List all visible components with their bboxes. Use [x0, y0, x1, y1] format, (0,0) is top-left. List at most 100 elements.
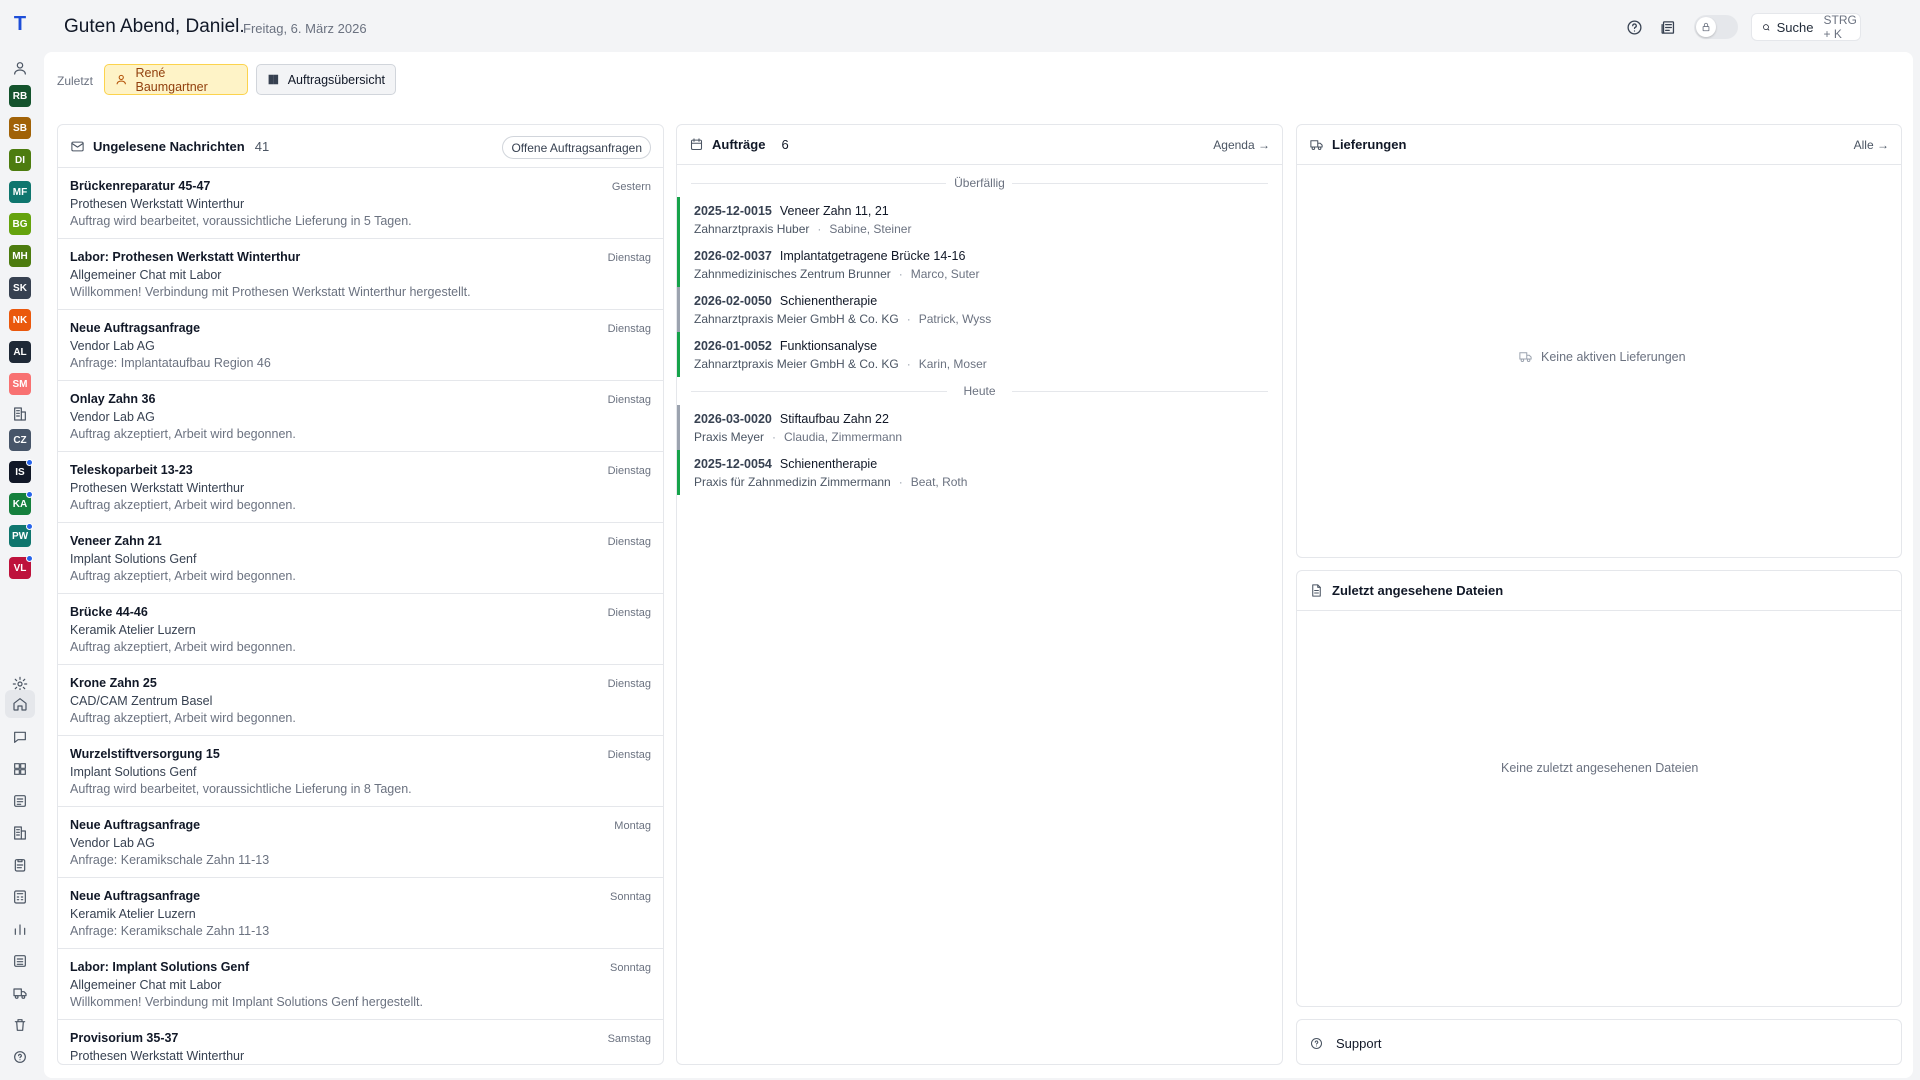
- user-icon[interactable]: [8, 56, 32, 80]
- order-item[interactable]: 2026-03-0020 Stiftaufbau Zahn 22 Praxis Me…: [677, 405, 1282, 450]
- order-item[interactable]: 2026-01-0052 Funktionsanalyse Zahnarztprax…: [677, 332, 1282, 377]
- order-item[interactable]: 2025-12-0015 Veneer Zahn 11, 21 Zahnarztpr…: [677, 197, 1282, 242]
- section-label: Überfällig: [946, 176, 1013, 190]
- avatar-sb[interactable]: SB: [9, 117, 31, 139]
- avatar-cz[interactable]: CZ: [9, 429, 31, 451]
- support-chat-icon: [1310, 1037, 1323, 1049]
- clipboard-icon[interactable]: [8, 853, 32, 877]
- main-content: Zuletzt René Baumgartner Auftragsübersic…: [44, 52, 1913, 1078]
- avatar-initials: VL: [13, 562, 27, 574]
- message-sender: Implant Solutions Genf: [70, 765, 197, 779]
- avatar-nk[interactable]: NK: [9, 309, 31, 331]
- message-title: Labor: Implant Solutions Genf: [70, 960, 250, 974]
- lock-toggle[interactable]: [1694, 15, 1738, 39]
- messages-list[interactable]: Brückenreparatur 45-47 Prothesen Werkstat…: [58, 168, 663, 1064]
- unread-dot: [26, 555, 33, 562]
- avatar-mh[interactable]: MH: [9, 245, 31, 267]
- unread-dot: [26, 491, 33, 498]
- message-item[interactable]: Onlay Zahn 36 Vendor Lab AG Auftrag akzept…: [58, 381, 663, 452]
- file-icon: [1312, 584, 1321, 597]
- order-item[interactable]: 2026-02-0037 Implantatgetragene Brücke 14…: [677, 242, 1282, 287]
- separator-dot: ·: [817, 222, 822, 236]
- message-item[interactable]: Provisorium 35-37 Prothesen Werkstatt Win…: [58, 1020, 663, 1064]
- message-sender: Prothesen Werkstatt Winterthur: [70, 1049, 245, 1063]
- news-icon[interactable]: [1658, 17, 1678, 37]
- recent-chip-overview[interactable]: Auftragsübersicht: [256, 64, 396, 95]
- order-item[interactable]: 2026-02-0050 Schienentherapie Zahnarztprax…: [677, 287, 1282, 332]
- order-title: Schienentherapie: [779, 294, 878, 308]
- files-panel: Zuletzt angesehene Dateien Keine zuletzt…: [1296, 570, 1902, 1007]
- avatar-rb[interactable]: RB: [9, 85, 31, 107]
- open-requests-button[interactable]: Offene Auftragsanfragen: [502, 136, 651, 159]
- avatar-ka[interactable]: KA: [9, 491, 33, 515]
- agenda-link[interactable]: Agenda →: [1213, 138, 1270, 152]
- recent-chip-label: Auftragsübersicht: [287, 72, 385, 87]
- files-empty: Keine zuletzt angesehenen Dateien: [1501, 761, 1699, 775]
- message-item[interactable]: Brücke 44-46 Keramik Atelier Luzern Auftra…: [58, 594, 663, 665]
- message-sender: Keramik Atelier Luzern: [70, 907, 196, 921]
- home-icon[interactable]: [5, 690, 35, 718]
- avatar-is[interactable]: IS: [9, 459, 33, 483]
- orders-panel: Aufträge 6 Agenda → Überfällig 2025-12-00…: [676, 124, 1283, 1065]
- order-number: 2026-03-0020: [694, 412, 772, 426]
- search-shortcut: STRG + K: [1823, 13, 1857, 41]
- message-preview: Auftrag wird bearbeitet, voraussichtlich…: [70, 214, 412, 228]
- support-button[interactable]: Support: [1297, 1020, 1901, 1064]
- list-icon[interactable]: [8, 949, 32, 973]
- avatar-al[interactable]: AL: [9, 341, 31, 363]
- message-preview: Auftrag akzeptiert, Arbeit wird begonnen…: [70, 569, 296, 583]
- message-title: Provisorium 35-37: [70, 1031, 179, 1045]
- recent-chip-person[interactable]: René Baumgartner: [104, 64, 248, 95]
- avatar-sm[interactable]: SM: [9, 373, 31, 395]
- support-panel[interactable]: Support: [1296, 1019, 1902, 1065]
- message-sender: Keramik Atelier Luzern: [70, 623, 196, 637]
- message-title: Wurzelstiftversorgung 15: [70, 747, 220, 761]
- building-icon[interactable]: [8, 821, 32, 845]
- avatar-vl[interactable]: VL: [9, 555, 33, 579]
- message-item[interactable]: Wurzelstiftversorgung 15 Implant Solution…: [58, 736, 663, 807]
- help-icon[interactable]: [1624, 17, 1644, 37]
- order-item[interactable]: 2025-12-0054 Schienentherapie Praxis für Z…: [677, 450, 1282, 495]
- help-chat-icon[interactable]: [8, 1045, 32, 1069]
- message-item[interactable]: Krone Zahn 25 CAD/CAM Zentrum Basel Auftra…: [58, 665, 663, 736]
- search-button[interactable]: Suche STRG + K: [1751, 13, 1861, 41]
- order-number: 2025-12-0054: [694, 457, 772, 471]
- message-sender: Vendor Lab AG: [70, 836, 155, 850]
- message-item[interactable]: Labor: Prothesen Werkstatt Winterthur All…: [58, 239, 663, 310]
- all-deliveries-link[interactable]: Alle →: [1854, 138, 1889, 152]
- message-date: Dienstag: [607, 607, 651, 619]
- truck-icon[interactable]: [8, 981, 32, 1005]
- avatar-di[interactable]: DI: [9, 149, 31, 171]
- message-item[interactable]: Neue Auftragsanfrage Vendor Lab AG Anfrage…: [58, 310, 663, 381]
- calendar-icon: [690, 138, 703, 151]
- message-item[interactable]: Labor: Implant Solutions Genf Allgemeiner…: [58, 949, 663, 1020]
- dashboard-icon: [268, 74, 279, 85]
- avatar-bg[interactable]: BG: [9, 213, 31, 235]
- user-icon: [116, 74, 126, 85]
- message-item[interactable]: Veneer Zahn 21 Implant Solutions Genf Auft…: [58, 523, 663, 594]
- dashboard-icon[interactable]: [8, 757, 32, 781]
- calculator-icon[interactable]: [8, 885, 32, 909]
- message-date: Dienstag: [607, 749, 651, 761]
- message-item[interactable]: Neue Auftragsanfrage Vendor Lab AG Anfrage…: [58, 807, 663, 878]
- message-sender: Allgemeiner Chat mit Labor: [70, 978, 222, 992]
- avatar-pw[interactable]: PW: [9, 523, 33, 547]
- message-item[interactable]: Neue Auftragsanfrage Keramik Atelier Luze…: [58, 878, 663, 949]
- avatar-mf[interactable]: MF: [9, 181, 31, 203]
- message-item[interactable]: Teleskoparbeit 13-23 Prothesen Werkstatt …: [58, 452, 663, 523]
- order-patient: Karin, Moser: [918, 357, 987, 371]
- order-number: 2025-12-0015: [694, 204, 772, 218]
- message-date: Dienstag: [607, 252, 651, 264]
- chart-icon[interactable]: [8, 917, 32, 941]
- message-item[interactable]: Brückenreparatur 45-47 Prothesen Werkstat…: [58, 168, 663, 239]
- order-patient: Marco, Suter: [910, 267, 980, 281]
- app-logo[interactable]: T: [11, 13, 29, 35]
- message-sender: CAD/CAM Zentrum Basel: [70, 694, 213, 708]
- avatar-sk[interactable]: SK: [9, 277, 31, 299]
- orders-icon[interactable]: [8, 789, 32, 813]
- organization-icon[interactable]: [8, 402, 32, 426]
- message-date: Dienstag: [607, 465, 651, 477]
- trash-icon[interactable]: [8, 1013, 32, 1037]
- truck-icon: [1310, 140, 1323, 151]
- chat-icon[interactable]: [8, 725, 32, 749]
